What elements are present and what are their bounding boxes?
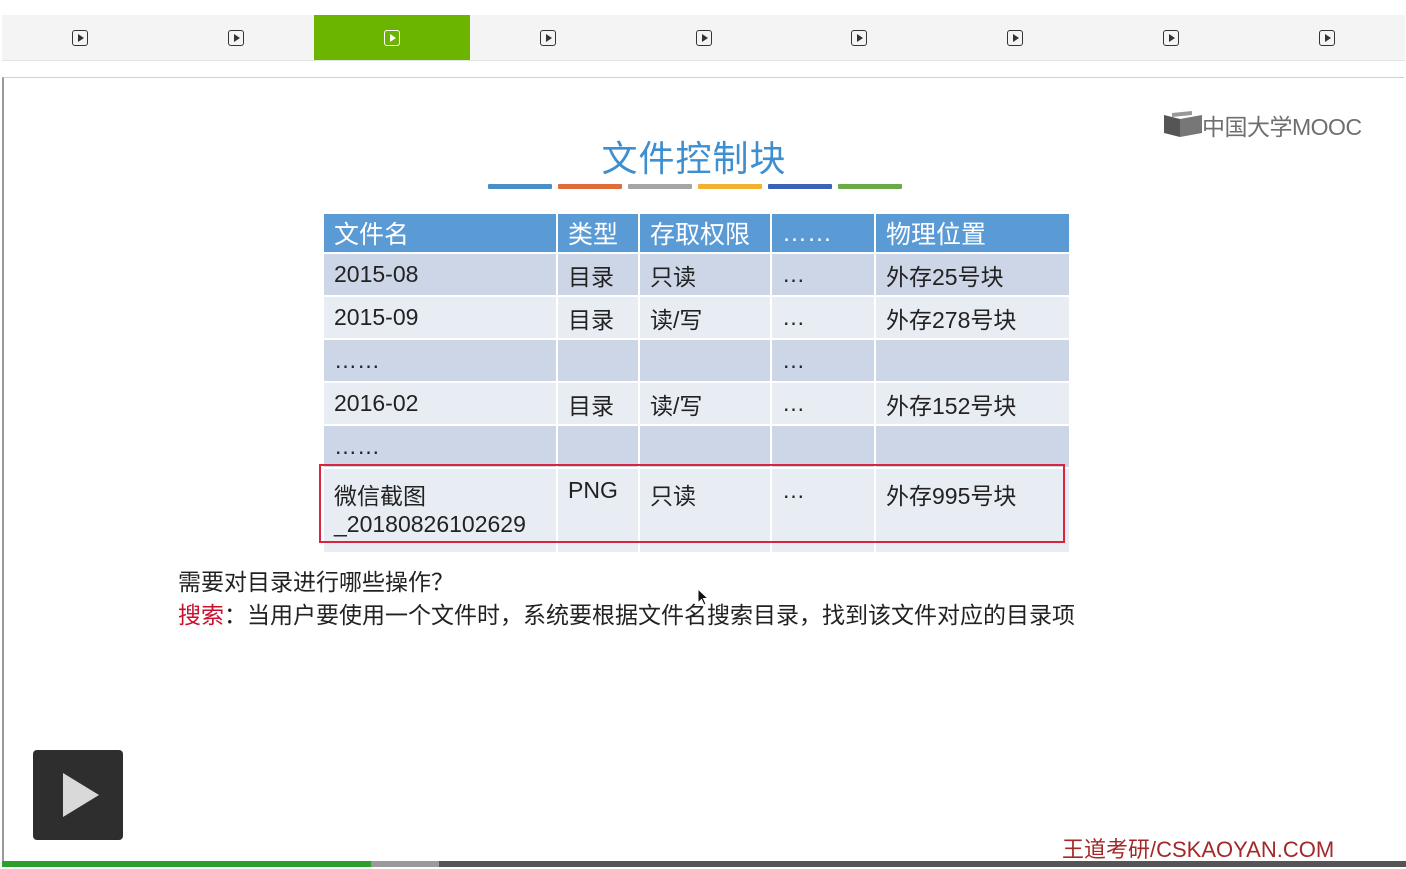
slide-canvas: 中国大学MOOC 文件控制块 文件名 类型 存取权限 …… 物理位置 2015-… [2, 77, 1404, 861]
answer-text: 搜索：当用户要使用一个文件时，系统要根据文件名搜索目录，找到该文件对应的目录项 [178, 596, 1075, 630]
table-header-row: 文件名 类型 存取权限 …… 物理位置 [322, 212, 1071, 254]
video-play-icon [383, 29, 400, 46]
cell-permission [638, 424, 772, 469]
cell-more: … [770, 295, 876, 340]
cell-filename: 2016-02 [322, 381, 558, 426]
chapter-strip [2, 15, 1405, 61]
progress-played [2, 861, 372, 867]
chapter-tab-8[interactable] [1093, 15, 1249, 60]
color-bar [838, 184, 902, 189]
table-row: 2015-08 目录 只读 … 外存25号块 [322, 252, 1071, 297]
watermark: 王道考研/CSKAOYAN.COM [1062, 837, 1335, 861]
chapter-tab-1[interactable] [2, 15, 158, 60]
cell-filename: 2015-08 [322, 252, 558, 297]
color-bar [558, 184, 622, 189]
cell-location: 外存152号块 [874, 381, 1071, 426]
play-button[interactable] [33, 750, 123, 840]
table-row: …… [322, 424, 1071, 469]
color-bar [768, 184, 832, 189]
chapter-tab-7[interactable] [937, 15, 1093, 60]
cell-permission: 读/写 [638, 295, 772, 340]
header-permission: 存取权限 [638, 212, 772, 254]
answer-body: ：当用户要使用一个文件时，系统要根据文件名搜索目录，找到该文件对应的目录项 [224, 603, 1075, 628]
cell-more: … [770, 381, 876, 426]
chapter-tab-5[interactable] [626, 15, 782, 60]
color-bar [698, 184, 762, 189]
cell-type [556, 424, 640, 469]
cell-permission: 只读 [638, 252, 772, 297]
color-bar [628, 184, 692, 189]
cell-location: 外存278号块 [874, 295, 1071, 340]
video-play-icon [851, 29, 868, 46]
video-play-icon [539, 29, 556, 46]
chapter-tab-9[interactable] [1249, 15, 1405, 60]
cell-location [874, 338, 1071, 383]
cell-location [874, 424, 1071, 469]
cell-type: 目录 [556, 252, 640, 297]
header-type: 类型 [556, 212, 640, 254]
question-text: 需要对目录进行哪些操作？ [178, 570, 454, 595]
header-filename: 文件名 [322, 212, 558, 254]
cell-permission: 读/写 [638, 381, 772, 426]
answer-keyword: 搜索 [178, 603, 224, 628]
video-play-icon [1319, 29, 1336, 46]
cell-location: 外存25号块 [874, 252, 1071, 297]
chapter-tab-2[interactable] [158, 15, 314, 60]
video-play-icon [71, 29, 88, 46]
play-icon [63, 773, 99, 817]
table-row: …… … [322, 338, 1071, 383]
cell-filename: …… [322, 424, 558, 469]
header-location: 物理位置 [874, 212, 1071, 254]
title-color-bars [488, 184, 902, 189]
cell-more [770, 424, 876, 469]
cell-type: 目录 [556, 295, 640, 340]
chapter-tab-4[interactable] [470, 15, 626, 60]
video-play-icon [1007, 29, 1024, 46]
video-play-icon [1163, 29, 1180, 46]
mouse-cursor-icon [697, 588, 709, 606]
video-play-icon [695, 29, 712, 46]
cell-filename: 2015-09 [322, 295, 558, 340]
cell-type [556, 338, 640, 383]
slide-title: 文件控制块 [601, 139, 787, 180]
header-more: …… [770, 212, 876, 254]
cell-more: … [770, 252, 876, 297]
color-bar [488, 184, 552, 189]
cell-filename: …… [322, 338, 558, 383]
chapter-tab-6[interactable] [781, 15, 937, 60]
cell-type: 目录 [556, 381, 640, 426]
cell-permission [638, 338, 772, 383]
video-progress-bar[interactable] [2, 861, 1406, 867]
table-row: 2015-09 目录 读/写 … 外存278号块 [322, 295, 1071, 340]
cell-more: … [770, 338, 876, 383]
highlight-box [319, 464, 1065, 543]
video-play-icon [227, 29, 244, 46]
table-row: 2016-02 目录 读/写 … 外存152号块 [322, 381, 1071, 426]
chapter-tab-3[interactable] [313, 15, 470, 60]
